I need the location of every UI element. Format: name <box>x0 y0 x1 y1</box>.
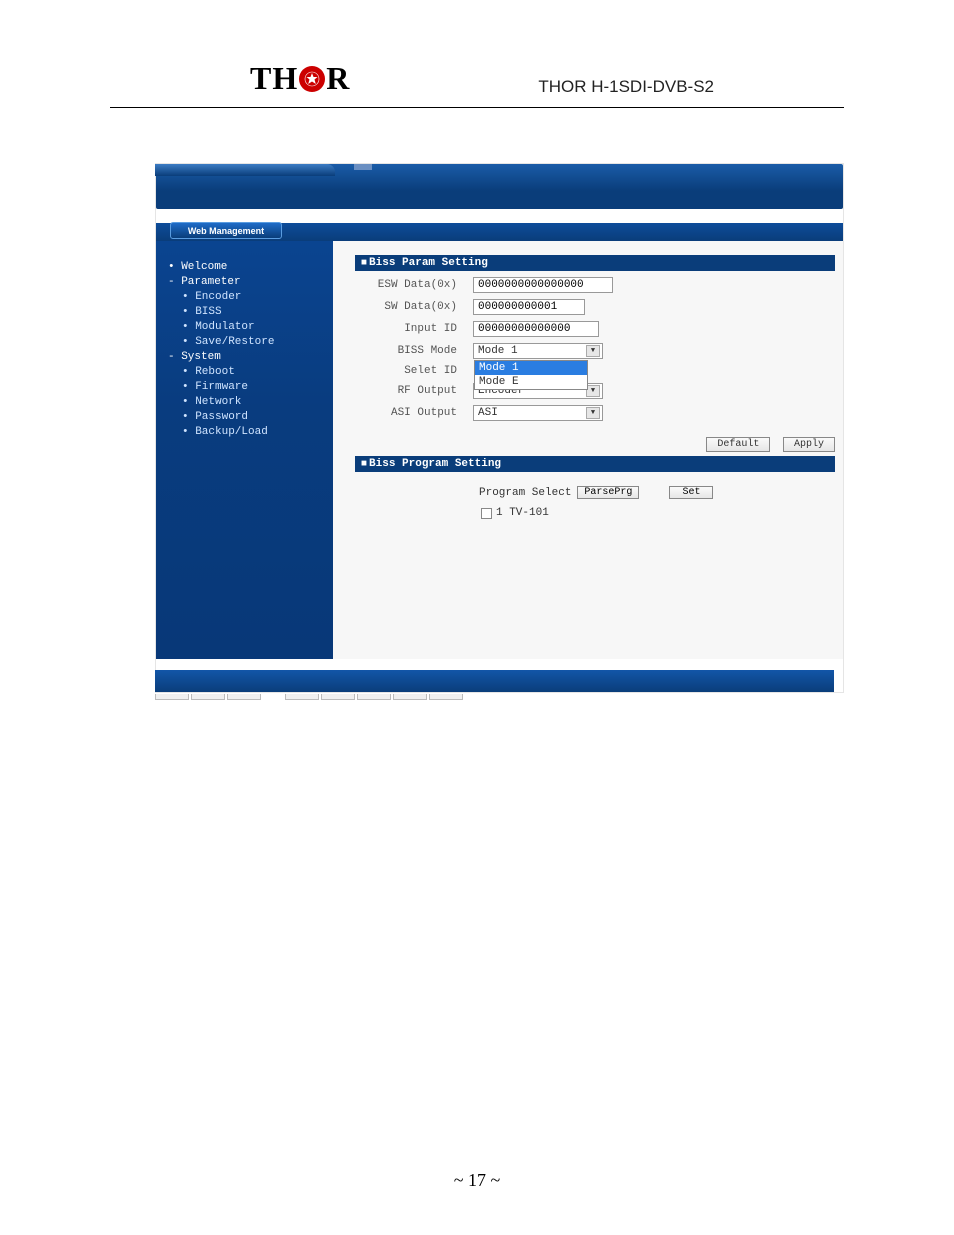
sidebar-item-password[interactable]: Password <box>168 409 333 424</box>
label-esw: ESW Data(0x) <box>355 279 473 291</box>
checkbox-program-1[interactable] <box>481 508 492 519</box>
label-asi-output: ASI Output <box>355 407 473 419</box>
sidebar-item-modulator[interactable]: Modulator <box>168 319 333 334</box>
label-rf-output: RF Output <box>355 385 473 397</box>
label-selet-id: Selet ID <box>355 365 473 377</box>
bottom-bar <box>155 670 834 692</box>
page-number: ~ 17 ~ <box>0 1170 954 1191</box>
logo-text-right: R <box>326 60 350 97</box>
chevron-down-icon: ▼ <box>586 345 600 357</box>
sidebar-item-parameter[interactable]: Parameter <box>168 274 333 289</box>
tab-web-management[interactable]: Web Management <box>170 222 282 239</box>
sidebar-item-encoder[interactable]: Encoder <box>168 289 333 304</box>
sidebar-item-welcome[interactable]: Welcome <box>168 259 333 274</box>
parseprg-button[interactable]: ParsePrg <box>577 486 639 499</box>
banner-tab-shape <box>155 164 335 176</box>
biss-mode-options: Mode 1 Mode E <box>474 360 588 390</box>
select-asi-output[interactable]: ASI ▼ <box>473 405 603 421</box>
option-mode-e[interactable]: Mode E <box>475 375 587 389</box>
sidebar-item-firmware[interactable]: Firmware <box>168 379 333 394</box>
content-area: Biss Param Setting ESW Data(0x) SW Data(… <box>333 241 843 659</box>
sidebar-item-reboot[interactable]: Reboot <box>168 364 333 379</box>
page-header: TH R THOR H-1SDI-DVB-S2 <box>110 0 844 108</box>
input-sw[interactable] <box>473 299 585 315</box>
input-input-id[interactable] <box>473 321 599 337</box>
chevron-down-icon: ▼ <box>586 407 600 419</box>
sidebar-item-network[interactable]: Network <box>168 394 333 409</box>
window-tab-stubs <box>155 694 463 700</box>
app-screenshot: Web Management Welcome Parameter Encoder… <box>155 163 844 693</box>
program-item-label: 1 TV-101 <box>496 507 549 519</box>
top-banner <box>156 164 843 209</box>
banner-tab-shape-2 <box>354 164 372 170</box>
logo: TH R <box>250 60 350 97</box>
option-mode-1[interactable]: Mode 1 <box>475 361 587 375</box>
sidebar-item-system[interactable]: System <box>168 349 333 364</box>
input-esw[interactable] <box>473 277 613 293</box>
default-button[interactable]: Default <box>706 437 770 452</box>
set-button[interactable]: Set <box>669 486 713 499</box>
label-input-id: Input ID <box>355 323 473 335</box>
sidebar: Welcome Parameter Encoder BISS Modulator… <box>156 241 333 659</box>
select-biss-mode-value: Mode 1 <box>478 345 518 357</box>
sidebar-item-biss[interactable]: BISS <box>168 304 333 319</box>
logo-text-left: TH <box>250 60 298 97</box>
sidebar-item-save-restore[interactable]: Save/Restore <box>168 334 333 349</box>
select-biss-mode[interactable]: Mode 1 ▼ Mode 1 Mode E <box>473 343 603 359</box>
label-program-select: Program Select <box>479 487 571 499</box>
select-asi-output-value: ASI <box>478 407 498 419</box>
label-biss-mode: BISS Mode <box>355 345 473 357</box>
logo-icon <box>299 66 325 92</box>
header-title: THOR H-1SDI-DVB-S2 <box>538 77 714 97</box>
label-sw: SW Data(0x) <box>355 301 473 313</box>
panel-header-param: Biss Param Setting <box>355 255 835 271</box>
nav-strip: Web Management <box>156 223 843 241</box>
sidebar-item-backup-load[interactable]: Backup/Load <box>168 424 333 439</box>
apply-button[interactable]: Apply <box>783 437 835 452</box>
panel-header-program: Biss Program Setting <box>355 456 835 472</box>
chevron-down-icon: ▼ <box>586 385 600 397</box>
